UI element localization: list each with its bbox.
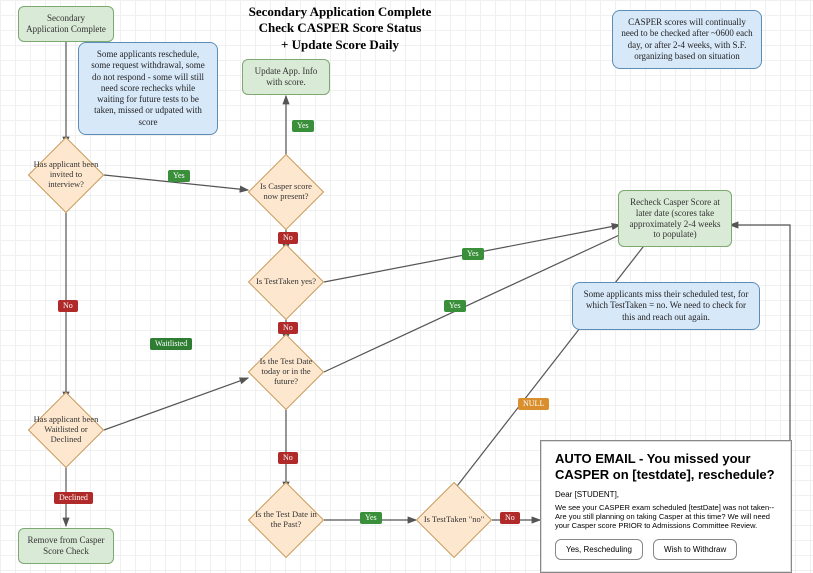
decision-score-present: Is Casper score now present? [248, 162, 324, 222]
node-update-app: Update App. Info with score. [242, 59, 330, 95]
email-body: We see your CASPER exam scheduled [testD… [555, 503, 777, 531]
edge-declined: Declined [54, 492, 93, 504]
decision-testtaken-yes: Is TestTaken yes? [248, 252, 324, 312]
edge-date-future-no: No [278, 452, 298, 464]
diagram-title: Secondary Application Complete Check CAS… [200, 4, 480, 53]
edge-testtaken-no-no: No [500, 512, 520, 524]
note-missed-test: Some applicants miss their scheduled tes… [572, 282, 760, 330]
edge-score-no: No [278, 232, 298, 244]
edge-testtaken-no-null: NULL [518, 398, 549, 410]
decision-testtaken-no: Is TestTaken "no" [416, 490, 492, 550]
node-remove: Remove from Casper Score Check [18, 528, 114, 564]
edge-date-future-yes: Yes [444, 300, 466, 312]
edge-invited-no: No [58, 300, 78, 312]
edge-date-past-yes: Yes [360, 512, 382, 524]
edge-testtaken-yes-yes: Yes [462, 248, 484, 260]
email-button-withdraw[interactable]: Wish to Withdraw [653, 539, 737, 560]
note-reschedule: Some applicants reschedule, some request… [78, 42, 218, 135]
edge-score-yes: Yes [292, 120, 314, 132]
decision-date-past: Is the Test Date in the Past? [248, 490, 324, 550]
edge-testtaken-yes-no: No [278, 322, 298, 334]
edge-invited-yes: Yes [168, 170, 190, 182]
decision-date-future: Is the Test Date today or in the future? [248, 342, 324, 402]
auto-email-panel: AUTO EMAIL - You missed your CASPER on [… [540, 440, 792, 573]
decision-invited: Has applicant been invited to interview? [28, 145, 104, 205]
email-button-reschedule[interactable]: Yes, Rescheduling [555, 539, 643, 560]
decision-waitlisted: Has applicant been Waitlisted or Decline… [28, 400, 104, 460]
email-salutation: Dear [STUDENT], [555, 490, 777, 499]
node-recheck: Recheck Casper Score at later date (scor… [618, 190, 732, 247]
note-daily-check: CASPER scores will continually need to b… [612, 10, 762, 69]
email-subject: AUTO EMAIL - You missed your CASPER on [… [555, 451, 777, 484]
edge-waitlisted: Waitlisted [150, 338, 192, 350]
node-secondary-complete: Secondary Application Complete [18, 6, 114, 42]
